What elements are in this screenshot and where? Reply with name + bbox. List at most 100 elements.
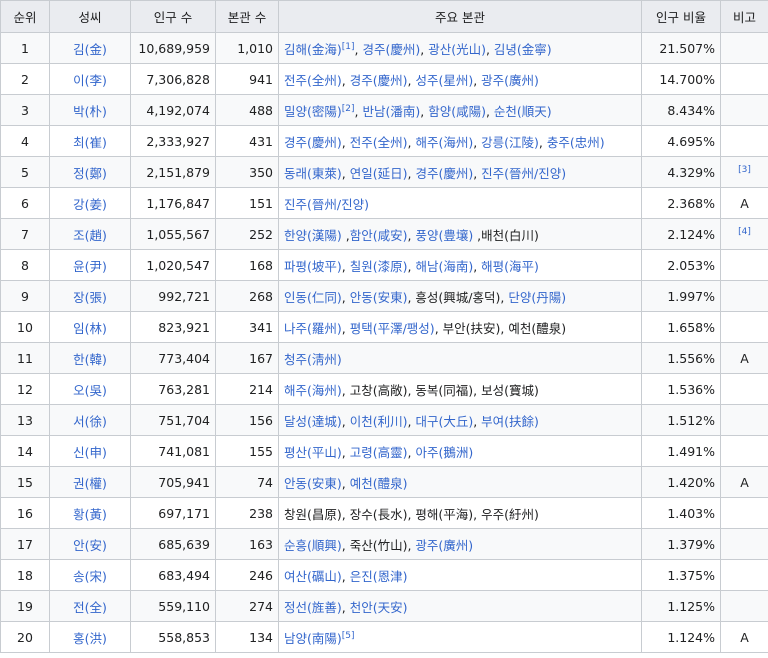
clan-link[interactable]: 해남(海南): [415, 259, 473, 274]
surname-link[interactable]: 정(鄭): [73, 166, 107, 181]
clan-link[interactable]: 평산(平山): [284, 445, 342, 460]
surname-link[interactable]: 장(張): [73, 290, 107, 305]
surname-link[interactable]: 조(趙): [73, 228, 107, 243]
header-population[interactable]: 인구 수: [130, 0, 216, 33]
clan-link[interactable]: 김해(金海): [284, 42, 342, 57]
note-cell: [720, 63, 768, 95]
header-clan-count[interactable]: 본관 수: [215, 0, 279, 33]
clan-link[interactable]: 나주(羅州): [284, 321, 342, 336]
clan-link[interactable]: 달성(達城): [284, 414, 342, 429]
surname-link[interactable]: 신(申): [73, 445, 107, 460]
clan-link[interactable]: 해평(海平): [481, 259, 539, 274]
surname-link[interactable]: 윤(尹): [73, 259, 107, 274]
clan-text: , 흥성(興城/홍덕),: [407, 289, 509, 305]
header-main-clans[interactable]: 주요 본관: [278, 0, 642, 33]
clan-link[interactable]: 광주(廣州): [415, 538, 473, 553]
surname-link[interactable]: 임(林): [73, 321, 107, 336]
header-ratio[interactable]: 인구 비율: [641, 0, 721, 33]
footnote-link[interactable]: [5]: [342, 630, 355, 640]
clan-link[interactable]: 전주(全州): [350, 135, 408, 150]
clan-link[interactable]: 안동(安東): [350, 290, 408, 305]
surname-link[interactable]: 황(黃): [73, 507, 107, 522]
population-cell: 751,704: [130, 404, 216, 436]
clan-link[interactable]: 해주(海州): [284, 383, 342, 398]
clan-link[interactable]: 이천(利川): [350, 414, 408, 429]
clan-link[interactable]: 단양(丹陽): [508, 290, 566, 305]
clan-link[interactable]: 동래(東萊): [284, 166, 342, 181]
footnote-ref[interactable]: [5]: [342, 630, 355, 640]
clan-link[interactable]: 청주(淸州): [284, 352, 342, 367]
surname-cell: 조(趙): [49, 218, 131, 250]
clan-link[interactable]: 진주(晉州/진양): [284, 197, 369, 212]
clan-link[interactable]: 풍양(豊壤): [415, 228, 473, 243]
clan-link[interactable]: 부여(扶餘): [481, 414, 539, 429]
clan-link[interactable]: 남양(南陽): [284, 631, 342, 646]
surname-link[interactable]: 최(崔): [73, 135, 107, 150]
surname-link[interactable]: 이(李): [73, 73, 107, 88]
clan-link[interactable]: 인동(仁同): [284, 290, 342, 305]
surname-link[interactable]: 강(姜): [73, 197, 107, 212]
clan-link[interactable]: 경주(慶州): [284, 135, 342, 150]
clan-link[interactable]: 전주(全州): [284, 73, 342, 88]
surname-link[interactable]: 홍(洪): [73, 631, 107, 646]
clan-link[interactable]: 여산(礪山): [284, 569, 342, 584]
clan-link[interactable]: 대구(大丘): [415, 414, 473, 429]
clan-link[interactable]: 김녕(金寧): [494, 42, 552, 57]
clan-link[interactable]: 광산(光山): [428, 42, 486, 57]
footnote-link[interactable]: [1]: [342, 41, 355, 51]
clan-link[interactable]: 함안(咸安): [350, 228, 408, 243]
clan-link[interactable]: 파평(坡平): [284, 259, 342, 274]
surname-link[interactable]: 전(全): [73, 600, 107, 615]
clan-link[interactable]: 천안(天安): [350, 600, 408, 615]
clan-link[interactable]: 경주(慶州): [362, 42, 420, 57]
footnote-ref[interactable]: [1]: [342, 41, 355, 51]
clan-link[interactable]: 강릉(江陵): [481, 135, 539, 150]
clan-link[interactable]: 순흥(順興): [284, 538, 342, 553]
ratio-cell: 1.375%: [641, 559, 721, 591]
clan-link[interactable]: 고령(高靈): [350, 445, 408, 460]
surname-cell: 최(崔): [49, 125, 131, 157]
note-cell: [720, 125, 768, 157]
clan-link[interactable]: 은진(恩津): [350, 569, 408, 584]
clan-link[interactable]: 아주(鵝洲): [415, 445, 473, 460]
clan-link[interactable]: 예천(醴泉): [350, 476, 408, 491]
footnote-ref[interactable]: [2]: [342, 103, 355, 113]
header-note[interactable]: 비고: [720, 0, 768, 33]
footnote-ref[interactable]: [4]: [738, 226, 751, 236]
clan-count-cell: 350: [215, 156, 279, 188]
header-surname[interactable]: 성씨: [49, 0, 131, 33]
clan-link[interactable]: 정선(旌善): [284, 600, 342, 615]
surname-link[interactable]: 서(徐): [73, 414, 107, 429]
clan-link[interactable]: 성주(星州): [415, 73, 473, 88]
clan-link[interactable]: 연일(延日): [350, 166, 408, 181]
footnote-link[interactable]: [4]: [738, 226, 751, 236]
clan-link[interactable]: 광주(廣州): [481, 73, 539, 88]
clan-link[interactable]: 충주(忠州): [547, 135, 605, 150]
surname-link[interactable]: 권(權): [73, 476, 107, 491]
clan-link[interactable]: 경주(慶州): [350, 73, 408, 88]
main-clans-cell: 진주(晉州/진양): [278, 187, 642, 219]
clan-link[interactable]: 해주(海州): [415, 135, 473, 150]
surname-link[interactable]: 한(韓): [73, 352, 107, 367]
clan-link[interactable]: 순천(順天): [494, 104, 552, 119]
footnote-link[interactable]: [3]: [738, 164, 751, 174]
footnote-ref[interactable]: [3]: [738, 164, 751, 174]
surname-link[interactable]: 송(宋): [73, 569, 107, 584]
footnote-link[interactable]: [2]: [342, 103, 355, 113]
surname-link[interactable]: 오(吳): [73, 383, 107, 398]
note-cell: [720, 311, 768, 343]
clan-link[interactable]: 반남(潘南): [362, 104, 420, 119]
surname-link[interactable]: 박(朴): [73, 104, 107, 119]
table-row: 9 장(張) 992,721 268 인동(仁同), 안동(安東), 흥성(興城/홍덕)…: [0, 280, 768, 312]
header-rank[interactable]: 순위: [0, 0, 50, 33]
clan-link[interactable]: 평택(平澤/팽성): [350, 321, 435, 336]
clan-link[interactable]: 밀양(密陽): [284, 104, 342, 119]
clan-link[interactable]: 칠원(漆原): [350, 259, 408, 274]
clan-link[interactable]: 안동(安東): [284, 476, 342, 491]
clan-link[interactable]: 경주(慶州): [415, 166, 473, 181]
clan-link[interactable]: 진주(晉州/진양): [481, 166, 566, 181]
surname-link[interactable]: 안(安): [73, 538, 107, 553]
clan-link[interactable]: 함양(咸陽): [428, 104, 486, 119]
surname-link[interactable]: 김(金): [73, 42, 107, 57]
clan-link[interactable]: 한양(漢陽): [284, 228, 342, 243]
